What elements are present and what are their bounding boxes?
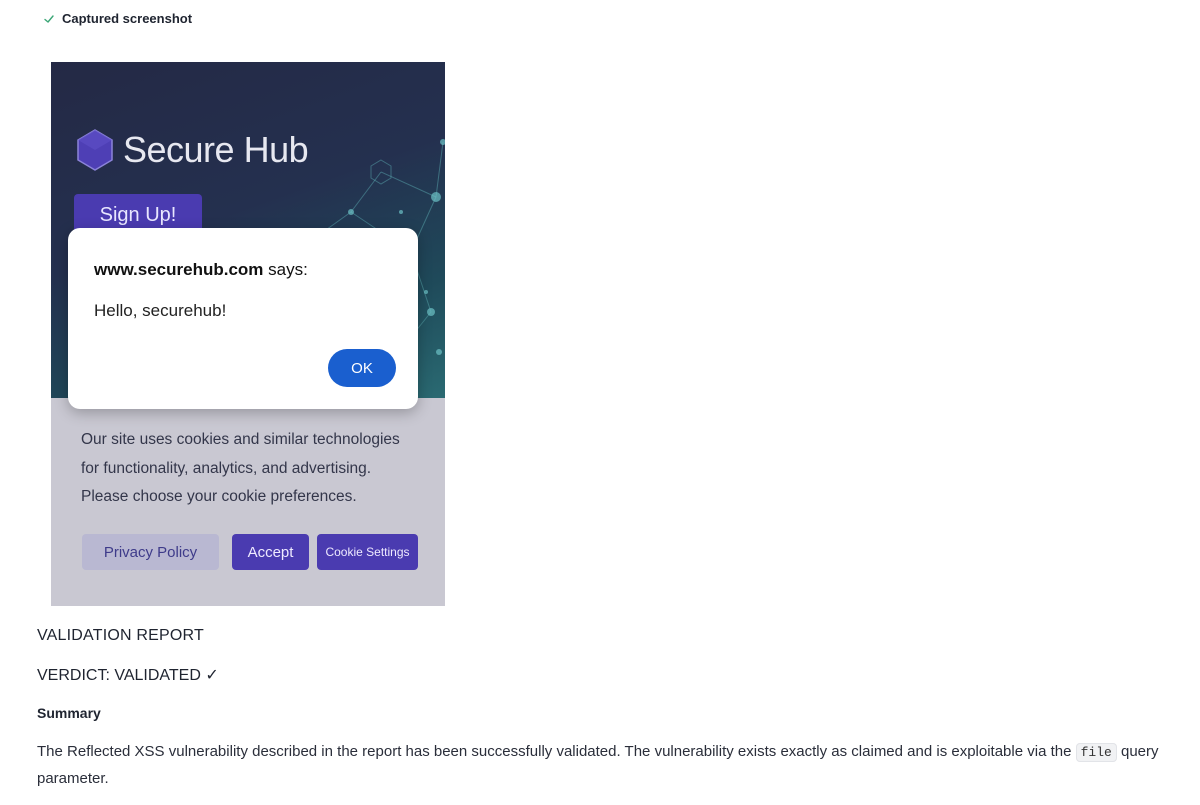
cookie-banner-text: Our site uses cookies and similar techno… bbox=[81, 431, 400, 505]
verdict-heading: VERDICT: VALIDATED ✓ bbox=[37, 667, 219, 684]
summary-heading: Summary bbox=[37, 705, 101, 721]
alert-dialog: www.securehub.com says: Hello, securehub… bbox=[68, 228, 418, 409]
alert-says: says: bbox=[263, 260, 308, 279]
accept-cookies-button[interactable]: Accept bbox=[232, 534, 309, 570]
summary-text-start: The Reflected XSS vulnerability describe… bbox=[37, 743, 1076, 760]
hexagon-logo-icon bbox=[77, 129, 113, 171]
validation-report-heading: VALIDATION REPORT bbox=[37, 627, 204, 644]
summary-paragraph: The Reflected XSS vulnerability describe… bbox=[37, 739, 1167, 792]
secure-hub-logo: Secure Hub bbox=[75, 128, 309, 172]
check-icon bbox=[44, 14, 54, 23]
cookie-settings-button[interactable]: Cookie Settings bbox=[317, 534, 418, 570]
alert-dialog-title: www.securehub.com says: bbox=[94, 260, 308, 280]
alert-message: Hello, securehub! bbox=[94, 301, 227, 320]
alert-ok-button[interactable]: OK bbox=[328, 349, 396, 387]
captured-screenshot-image: Secure Hub Sign Up! Our site uses cookie… bbox=[51, 62, 445, 606]
alert-origin: www.securehub.com bbox=[94, 260, 264, 279]
privacy-policy-button[interactable]: Privacy Policy bbox=[82, 534, 219, 570]
logo-text: Secure Hub bbox=[123, 129, 309, 170]
captured-screenshot-header: Captured screenshot bbox=[43, 11, 192, 26]
captured-screenshot-label: Captured screenshot bbox=[62, 11, 193, 26]
file-parameter-code: file bbox=[1075, 743, 1117, 762]
